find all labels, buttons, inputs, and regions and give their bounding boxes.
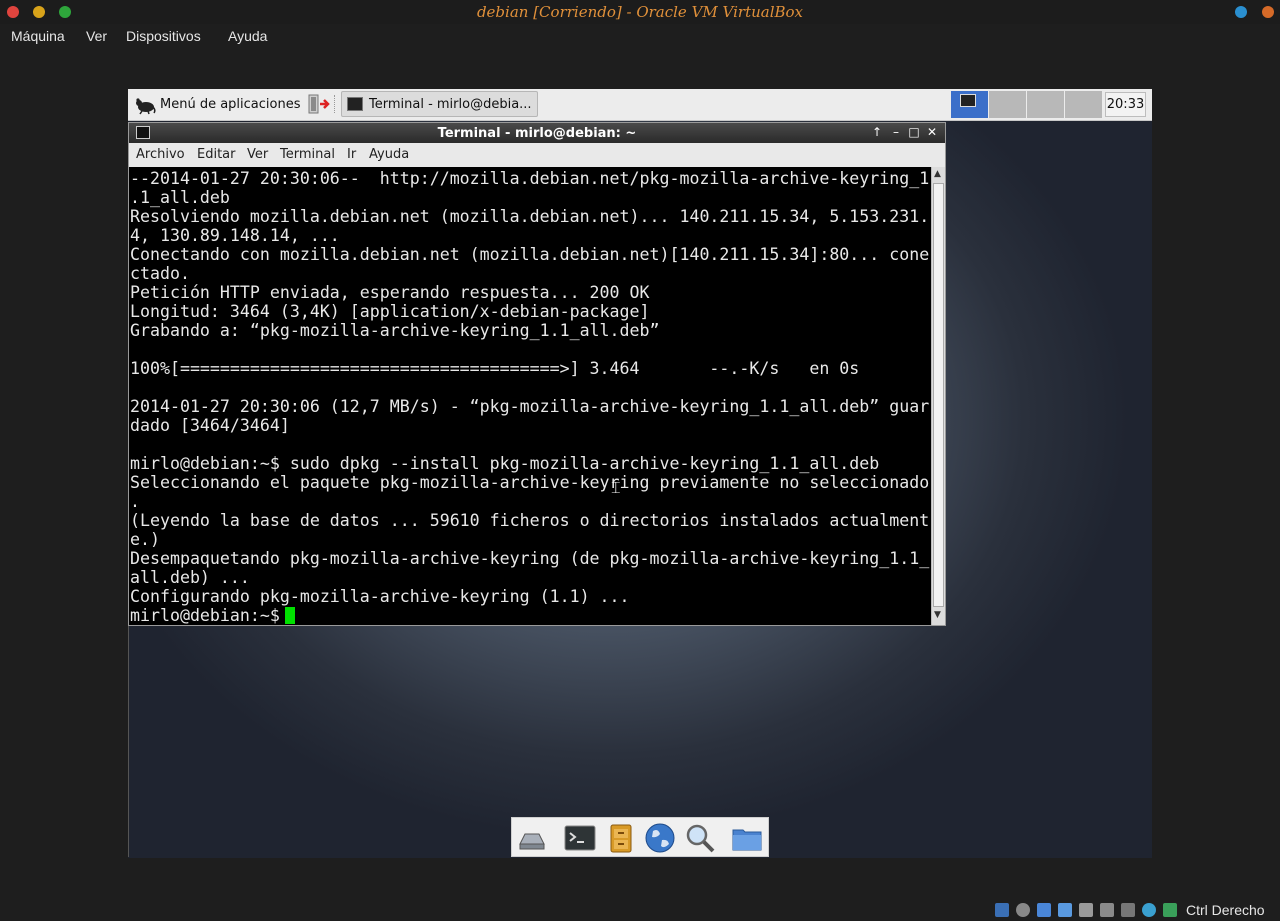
terminal-window: Terminal - mirlo@debian: ~ ↑ – □ ✕ Archi…: [128, 122, 946, 626]
terminal-text: --2014-01-27 20:30:06-- http://mozilla.d…: [130, 169, 930, 625]
terminal-title: Terminal - mirlo@debian: ~: [437, 126, 637, 141]
terminal-titlebar[interactable]: Terminal - mirlo@debian: ~ ↑ – □ ✕: [129, 123, 945, 143]
display-icon[interactable]: [1121, 903, 1135, 917]
menu-ver[interactable]: Ver: [86, 28, 107, 44]
menu-ver-terminal[interactable]: Ver: [247, 147, 268, 162]
host-titlebar: debian [Corriendo] - Oracle VM VirtualBo…: [0, 0, 1280, 24]
panel-separator: [334, 95, 337, 113]
workspace-3[interactable]: [1027, 91, 1064, 118]
usb-icon[interactable]: [1037, 903, 1051, 917]
menu-editar[interactable]: Editar: [197, 147, 236, 162]
terminal-output[interactable]: --2014-01-27 20:30:06-- http://mozilla.d…: [129, 167, 931, 625]
scroll-down-arrow-icon[interactable]: ▼: [934, 610, 941, 620]
workspace-1[interactable]: [951, 91, 988, 118]
keyboard-capture-icon[interactable]: [1163, 903, 1177, 917]
menu-ir[interactable]: Ir: [347, 147, 356, 162]
terminal-scrollbar[interactable]: ▲ ▼: [931, 167, 945, 625]
applications-menu-button[interactable]: Menú de aplicaciones: [130, 91, 302, 118]
host-menubar: Máquina Ver Dispositivos Ayuda: [0, 24, 1280, 50]
taskbar-terminal-button[interactable]: Terminal - mirlo@debia...: [341, 91, 538, 117]
folder-icon[interactable]: [731, 822, 763, 854]
menu-ayuda-terminal[interactable]: Ayuda: [369, 147, 409, 162]
menu-terminal[interactable]: Terminal: [280, 147, 335, 162]
logout-icon: [308, 94, 330, 114]
applications-menu-label: Menú de aplicaciones: [160, 97, 301, 112]
scroll-up-arrow-icon[interactable]: ▲: [934, 169, 941, 179]
host-statusbar: Ctrl Derecho: [995, 900, 1265, 920]
drive-icon[interactable]: [516, 822, 548, 854]
video-capture-icon[interactable]: [1100, 903, 1114, 917]
search-icon[interactable]: [684, 822, 716, 854]
taskbar-terminal-label: Terminal - mirlo@debia...: [369, 96, 532, 112]
terminal-small-icon: [347, 97, 363, 111]
scroll-thumb[interactable]: [933, 183, 944, 607]
file-cabinet-icon[interactable]: [605, 822, 637, 854]
mouse-integration-icon[interactable]: [1142, 903, 1156, 917]
xfce-mouse-icon: [136, 97, 156, 114]
menu-archivo[interactable]: Archivo: [136, 147, 185, 162]
workspace-window-thumbnail: [960, 94, 976, 107]
window-title: debian [Corriendo] - Oracle VM VirtualBo…: [476, 3, 804, 21]
close-button[interactable]: ✕: [925, 125, 939, 139]
optical-drive-icon[interactable]: [1016, 903, 1030, 917]
web-browser-icon[interactable]: [644, 822, 676, 854]
text-cursor-icon: ⌶: [611, 478, 621, 497]
logout-button[interactable]: [306, 93, 330, 115]
menu-maquina[interactable]: Máquina: [11, 28, 65, 44]
host-key-label: Ctrl Derecho: [1186, 902, 1265, 918]
titlebar-info-icon[interactable]: [1235, 6, 1247, 18]
network-icon[interactable]: [1058, 903, 1072, 917]
workspace-4[interactable]: [1065, 91, 1102, 118]
menu-dispositivos[interactable]: Dispositivos: [126, 28, 201, 44]
terminal-prompt: mirlo@debian:~$: [130, 606, 280, 625]
hard-disk-icon[interactable]: [995, 903, 1009, 917]
minimize-button[interactable]: –: [889, 125, 903, 139]
shared-folders-icon[interactable]: [1079, 903, 1093, 917]
menu-ayuda[interactable]: Ayuda: [228, 28, 267, 44]
terminal-cursor: [284, 607, 295, 624]
panel-clock[interactable]: 20:33: [1105, 92, 1146, 117]
guest-screen[interactable]: Menú de aplicaciones Terminal - mirlo@de…: [128, 89, 1152, 858]
maximize-button[interactable]: □: [907, 125, 921, 139]
keep-above-button[interactable]: ↑: [870, 125, 884, 139]
bottom-dock: [511, 817, 769, 857]
workspace-switcher: [951, 91, 1103, 119]
top-panel: Menú de aplicaciones Terminal - mirlo@de…: [128, 89, 1152, 121]
terminal-menubar: Archivo Editar Ver Terminal Ir Ayuda: [129, 143, 945, 167]
workspace-2[interactable]: [989, 91, 1026, 118]
titlebar-record-icon[interactable]: [1262, 6, 1274, 18]
terminal-icon[interactable]: [564, 822, 596, 854]
